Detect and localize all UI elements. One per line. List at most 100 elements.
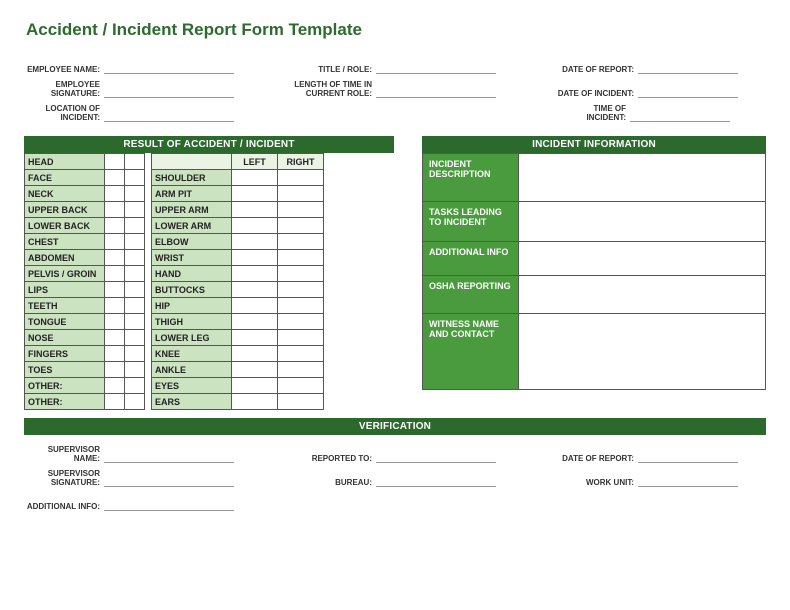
check-cell[interactable] — [105, 346, 125, 362]
check-cell[interactable] — [105, 314, 125, 330]
check-cell[interactable] — [105, 186, 125, 202]
field-work-unit[interactable] — [638, 472, 738, 487]
check-cell[interactable] — [105, 394, 125, 410]
check-cell[interactable] — [232, 250, 278, 266]
body-part: LIPS — [25, 282, 105, 298]
check-cell[interactable] — [125, 218, 145, 234]
check-cell[interactable] — [105, 170, 125, 186]
label-supervisor-signature: SUPERVISOR SIGNATURE: — [24, 470, 104, 487]
check-cell[interactable] — [125, 362, 145, 378]
check-cell[interactable] — [125, 154, 145, 170]
check-cell[interactable] — [105, 154, 125, 170]
check-cell[interactable] — [125, 394, 145, 410]
check-cell[interactable] — [278, 346, 324, 362]
body-part: TOES — [25, 362, 105, 378]
check-cell[interactable] — [278, 170, 324, 186]
info-field-witness[interactable] — [519, 314, 766, 390]
info-label-tasks: TASKS LEADING TO INCIDENT — [423, 202, 519, 242]
check-cell[interactable] — [278, 250, 324, 266]
check-cell[interactable] — [125, 314, 145, 330]
field-supervisor-signature[interactable] — [104, 472, 234, 487]
field-time[interactable] — [630, 107, 730, 122]
info-field-tasks[interactable] — [519, 202, 766, 242]
body-part: LOWER LEG — [152, 330, 232, 346]
check-cell[interactable] — [232, 266, 278, 282]
field-ver-date-of-report[interactable] — [638, 448, 738, 463]
check-cell[interactable] — [278, 378, 324, 394]
field-date-of-report[interactable] — [638, 59, 738, 74]
check-cell[interactable] — [278, 394, 324, 410]
check-cell[interactable] — [232, 186, 278, 202]
check-cell[interactable] — [125, 250, 145, 266]
field-title-role[interactable] — [376, 59, 496, 74]
field-date-of-incident[interactable] — [638, 83, 738, 98]
check-cell[interactable] — [232, 170, 278, 186]
check-cell[interactable] — [105, 298, 125, 314]
check-cell[interactable] — [125, 330, 145, 346]
label-time: TIME OF INCIDENT: — [566, 105, 630, 122]
check-cell[interactable] — [278, 218, 324, 234]
field-length[interactable] — [376, 83, 496, 98]
check-cell[interactable] — [232, 314, 278, 330]
check-cell[interactable] — [278, 202, 324, 218]
body-part: FACE — [25, 170, 105, 186]
label-reported-to: REPORTED TO: — [304, 455, 376, 463]
check-cell[interactable] — [232, 378, 278, 394]
check-cell[interactable] — [232, 362, 278, 378]
check-cell[interactable] — [278, 186, 324, 202]
body-part: UPPER BACK — [25, 202, 105, 218]
check-cell[interactable] — [125, 298, 145, 314]
check-cell[interactable] — [278, 330, 324, 346]
check-cell[interactable] — [125, 266, 145, 282]
check-cell[interactable] — [232, 282, 278, 298]
info-field-osha[interactable] — [519, 276, 766, 314]
check-cell[interactable] — [105, 266, 125, 282]
body-part: ELBOW — [152, 234, 232, 250]
check-cell[interactable] — [232, 218, 278, 234]
check-cell[interactable] — [232, 346, 278, 362]
field-location[interactable] — [104, 107, 234, 122]
field-reported-to[interactable] — [376, 448, 496, 463]
info-label-description: INCIDENT DESCRIPTION — [423, 154, 519, 202]
body-part: ABDOMEN — [25, 250, 105, 266]
check-cell[interactable] — [105, 234, 125, 250]
info-label-osha: OSHA REPORTING — [423, 276, 519, 314]
check-cell[interactable] — [232, 202, 278, 218]
body-part: TONGUE — [25, 314, 105, 330]
info-field-description[interactable] — [519, 154, 766, 202]
check-cell[interactable] — [105, 218, 125, 234]
body-part: OTHER: — [25, 394, 105, 410]
field-bureau[interactable] — [376, 472, 496, 487]
check-cell[interactable] — [232, 234, 278, 250]
check-cell[interactable] — [232, 330, 278, 346]
check-cell[interactable] — [125, 202, 145, 218]
body-part: PELVIS / GROIN — [25, 266, 105, 282]
label-bureau: BUREAU: — [324, 479, 376, 487]
check-cell[interactable] — [278, 266, 324, 282]
field-supervisor-name[interactable] — [104, 448, 234, 463]
info-field-additional[interactable] — [519, 242, 766, 276]
check-cell[interactable] — [125, 346, 145, 362]
body-part: KNEE — [152, 346, 232, 362]
check-cell[interactable] — [232, 298, 278, 314]
check-cell[interactable] — [278, 282, 324, 298]
check-cell[interactable] — [125, 186, 145, 202]
check-cell[interactable] — [125, 378, 145, 394]
check-cell[interactable] — [105, 250, 125, 266]
check-cell[interactable] — [232, 394, 278, 410]
field-employee-name[interactable] — [104, 59, 234, 74]
check-cell[interactable] — [125, 282, 145, 298]
check-cell[interactable] — [105, 330, 125, 346]
check-cell[interactable] — [278, 234, 324, 250]
check-cell[interactable] — [278, 298, 324, 314]
check-cell[interactable] — [105, 202, 125, 218]
check-cell[interactable] — [125, 170, 145, 186]
check-cell[interactable] — [105, 378, 125, 394]
check-cell[interactable] — [105, 282, 125, 298]
field-employee-signature[interactable] — [104, 83, 234, 98]
check-cell[interactable] — [105, 362, 125, 378]
field-additional-info[interactable] — [104, 496, 234, 511]
check-cell[interactable] — [278, 314, 324, 330]
check-cell[interactable] — [125, 234, 145, 250]
check-cell[interactable] — [278, 362, 324, 378]
